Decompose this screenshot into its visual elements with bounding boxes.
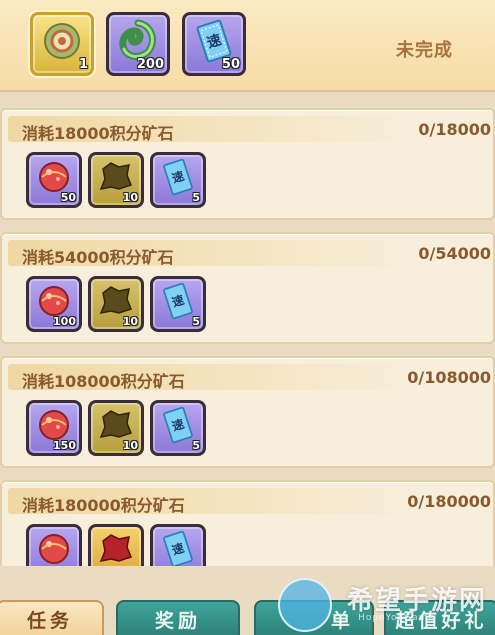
reward-qty: 10 [122, 439, 138, 452]
tab-task[interactable]: 任务 [0, 600, 104, 635]
reward-tile[interactable]: 速 5 [150, 152, 206, 208]
reward-tile[interactable]: 10 [88, 152, 144, 208]
reward-tile[interactable]: 50 [26, 152, 82, 208]
watermark-subtext: HopeYouGame [358, 613, 435, 623]
reward-qty: 200 [136, 57, 164, 72]
reward-tile[interactable]: 1 [30, 12, 94, 76]
reward-tile[interactable]: 10 [88, 400, 144, 456]
speed-ticket-icon: 速 [161, 157, 195, 201]
reward-qty: 100 [53, 315, 76, 328]
reward-qty: 5 [192, 439, 200, 452]
task-title: 消耗54000积分矿石 [22, 248, 174, 267]
status-label: 未完成 [396, 40, 453, 61]
reward-qty: 50 [60, 191, 76, 204]
speed-ticket-icon: 速 [161, 405, 195, 449]
red-ore-shard-icon [97, 531, 135, 571]
reward-tile[interactable]: 速 5 [150, 400, 206, 456]
event-task-panel: 1 200 速 50 未完成 消耗18000积分矿石 0/18000 50 10… [0, 0, 495, 635]
reward-qty: 50 [221, 57, 240, 72]
reward-tile[interactable]: 10 [88, 276, 144, 332]
reward-qty: 5 [192, 315, 200, 328]
reward-tile[interactable]: 速 5 [150, 276, 206, 332]
red-orb-icon [36, 531, 72, 571]
task-title: 消耗180000积分矿石 [22, 496, 185, 515]
reward-qty: 10 [122, 315, 138, 328]
reward-tile[interactable]: 100 [26, 276, 82, 332]
task-row: 消耗54000积分矿石 0/54000 100 10 速 5 [0, 232, 495, 344]
top-reward-strip: 1 200 速 50 未完成 [0, 0, 495, 92]
task-row: 消耗108000积分矿石 0/108000 150 10 速 5 [0, 356, 495, 468]
task-row: 消耗18000积分矿石 0/18000 50 10 速 5 [0, 108, 495, 220]
reward-qty: 150 [53, 439, 76, 452]
task-title: 消耗18000积分矿石 [22, 124, 174, 143]
task-progress: 0/54000 [418, 244, 491, 263]
reward-tile[interactable]: 150 [26, 400, 82, 456]
watermark-text: 希望手游网 [346, 586, 487, 616]
speed-ticket-icon: 速 [161, 281, 195, 325]
reward-tile[interactable]: 200 [106, 12, 170, 76]
task-progress: 0/108000 [407, 368, 491, 387]
reward-tile[interactable]: 速 50 [182, 12, 246, 76]
reward-qty: 1 [78, 57, 88, 72]
watermark-logo-icon [278, 578, 332, 632]
reward-qty: 10 [122, 191, 138, 204]
task-title: 消耗108000积分矿石 [22, 372, 185, 391]
reward-qty: 5 [192, 191, 200, 204]
tab-reward[interactable]: 奖励 [116, 600, 240, 635]
ring-disc-icon [41, 20, 83, 66]
task-progress: 0/18000 [418, 120, 491, 139]
task-progress: 0/180000 [407, 492, 491, 511]
